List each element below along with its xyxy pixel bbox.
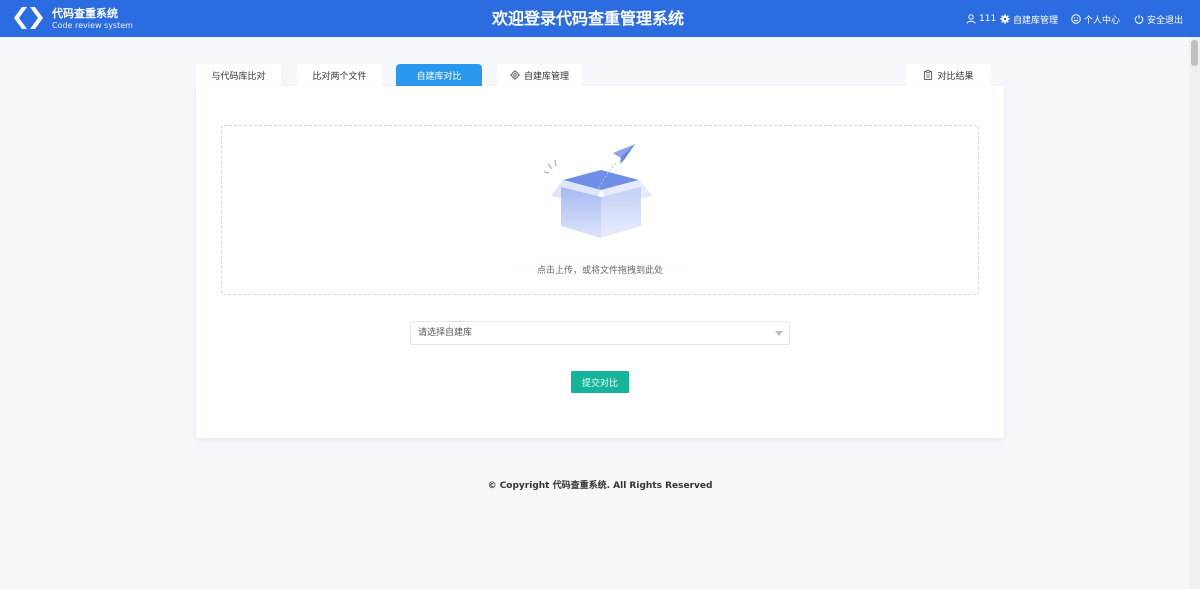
tab-compare-codebase[interactable]: 与代码库比对 — [196, 64, 281, 86]
box-paper-plane-illustration — [421, 144, 781, 268]
tab-label: 与代码库比对 — [211, 71, 266, 82]
gear-icon — [1000, 14, 1010, 24]
footer-copyright: © Copyright 代码查重系统. All Rights Reserved — [487, 481, 713, 491]
tab-self-library-compare[interactable]: 自建库对比 — [396, 64, 482, 86]
top-header: 代码查重系统 Code review system 欢迎登录代码查重管理系统 1… — [0, 0, 1200, 37]
upload-hint: 点击上传，或将文件拖拽到此处 — [536, 266, 663, 276]
smile-icon — [1071, 14, 1081, 24]
tab-label: 对比结果 — [937, 71, 974, 82]
profile-label: 个人中心 — [1084, 15, 1121, 26]
select-placeholder: 请选择自建库 — [418, 328, 473, 338]
tab-compare-results[interactable]: 对比结果 — [906, 64, 991, 86]
clipboard-icon — [924, 70, 933, 80]
logout-nav[interactable]: 安全退出 — [1134, 12, 1183, 26]
tab-label: 自建库管理 — [523, 71, 569, 82]
user-nav[interactable]: 111 — [966, 12, 996, 26]
profile-nav[interactable]: 个人中心 — [1071, 12, 1120, 26]
gear-icon — [510, 70, 520, 80]
user-icon — [966, 14, 976, 24]
caret-down-icon — [775, 331, 783, 336]
page-scrollbar-thumb[interactable] — [1191, 40, 1198, 66]
power-icon — [1134, 14, 1144, 24]
tab-label: 自建库对比 — [416, 71, 462, 82]
logout-label: 安全退出 — [1147, 15, 1184, 26]
tab-label: 比对两个文件 — [312, 71, 367, 82]
submit-compare-button[interactable]: 提交对比 — [571, 371, 629, 393]
page-scrollbar[interactable] — [1189, 37, 1200, 589]
user-name: 111 — [979, 14, 997, 24]
tab-self-library-manage[interactable]: 自建库管理 — [497, 64, 582, 86]
library-manage-nav[interactable]: 自建库管理 — [1000, 12, 1058, 26]
library-manage-label: 自建库管理 — [1013, 15, 1059, 26]
tab-compare-two-files[interactable]: 比对两个文件 — [297, 64, 382, 86]
self-library-select[interactable]: 请选择自建库 — [410, 321, 790, 345]
